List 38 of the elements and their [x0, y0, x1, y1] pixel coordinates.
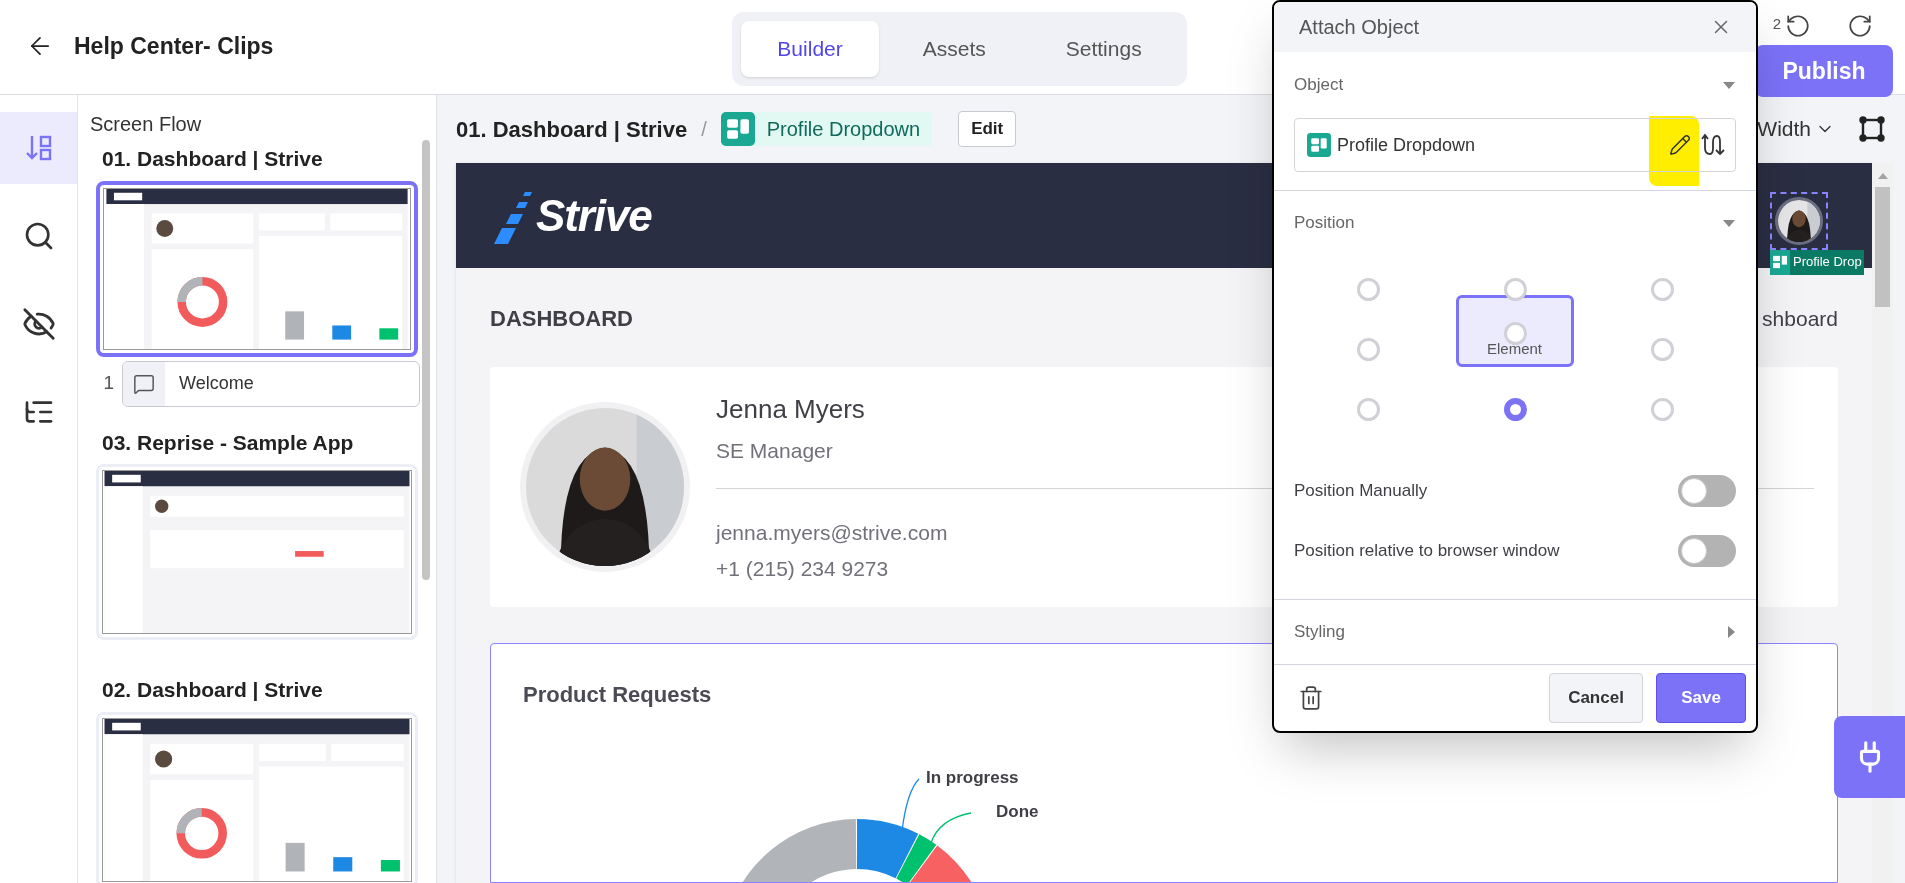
object-tag: Profile Drop — [1770, 249, 1864, 275]
toggle-label: Position Manually — [1294, 480, 1428, 503]
page-title-partial: shboard — [1762, 305, 1838, 332]
publish-button[interactable]: Publish — [1755, 45, 1893, 97]
profile-role: SE Manager — [716, 437, 833, 464]
logo-text: Strive — [536, 189, 652, 242]
width-dropdown[interactable]: Width — [1757, 113, 1835, 145]
tab[interactable]: Settings — [1029, 21, 1178, 77]
save-button[interactable]: Save — [1656, 673, 1746, 723]
page-title: DASHBOARD — [490, 305, 633, 333]
profile-name: Jenna Myers — [716, 392, 865, 426]
breadcrumb-separator: / — [701, 117, 707, 142]
element-box: Element — [1455, 295, 1574, 367]
screen-title: 02. Dashboard | Strive — [101, 677, 324, 703]
card-title: Product Requests — [523, 681, 712, 709]
section-label: Object — [1294, 74, 1344, 97]
chart-label: Done — [996, 802, 1039, 821]
step-item[interactable]: Welcome — [122, 360, 420, 407]
profile-phone: +1 (215) 234 9273 — [716, 555, 889, 582]
section-label: Styling — [1294, 621, 1346, 644]
step-number: 1 — [102, 371, 115, 396]
sidebar-title: Screen Flow — [90, 112, 203, 137]
project-title: Help Center- Clips — [74, 31, 274, 61]
dialog-title: Attach Object — [1299, 15, 1420, 40]
screen-title: 03. Reprise - Sample App — [101, 429, 355, 456]
chart-label: In progress — [926, 768, 1019, 787]
profile-email: jenna.myers@strive.com — [716, 520, 948, 547]
tab[interactable]: Builder — [741, 21, 879, 77]
object-field[interactable]: Profile Dropdown — [1294, 118, 1736, 172]
tab[interactable]: Assets — [886, 21, 1022, 77]
screen-title: 01. Dashboard | Strive — [101, 146, 324, 172]
toggle-label: Position relative to browser window — [1294, 540, 1560, 563]
screen-name: 01. Dashboard | Strive — [456, 115, 688, 144]
section-label: Position — [1294, 212, 1355, 235]
edit-button[interactable]: Edit — [958, 111, 1017, 147]
cancel-button[interactable]: Cancel — [1549, 673, 1643, 723]
object-chip[interactable]: Profile Dropdown — [720, 112, 933, 146]
undo-count: 2 — [1772, 14, 1781, 34]
